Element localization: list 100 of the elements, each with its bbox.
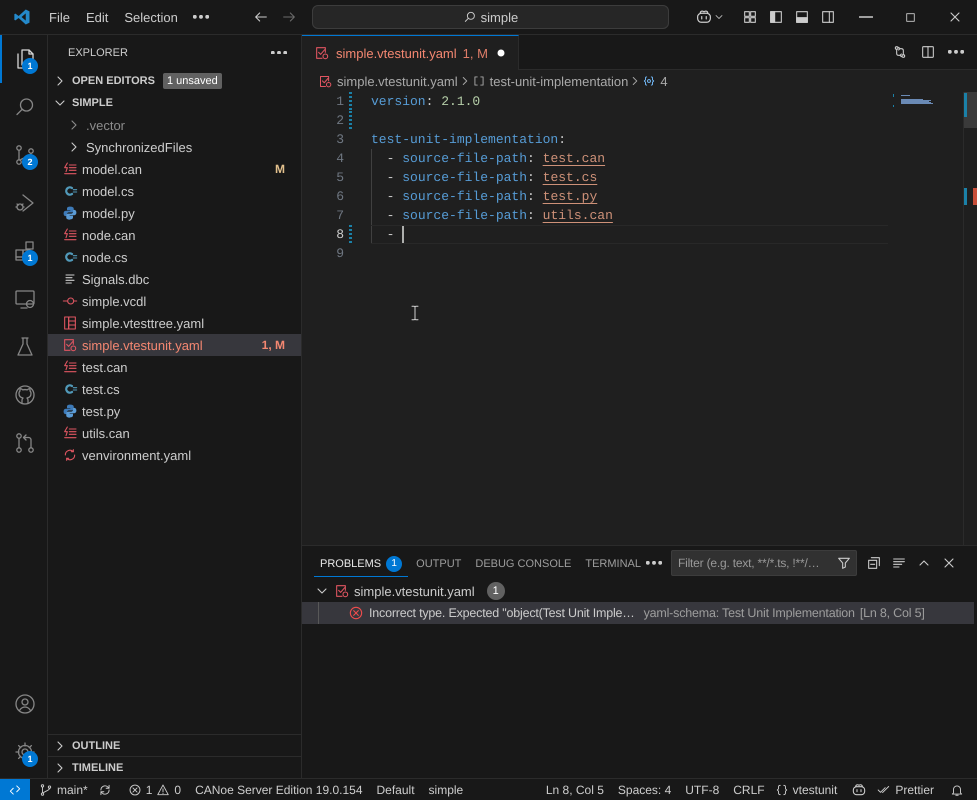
status-item[interactable]: CANoe Server Edition 19.0.154: [190, 779, 368, 800]
menu-item[interactable]: File: [41, 6, 78, 28]
remote-icon: [8, 782, 22, 796]
status-item[interactable]: Default: [372, 779, 420, 800]
status-item[interactable]: UTF-8: [680, 779, 724, 800]
explorer-entry[interactable]: venvironment.yaml: [48, 444, 301, 466]
breadcrumb-item[interactable]: simple.vtestunit.yaml: [318, 74, 458, 88]
explorer-entry[interactable]: Signals.dbc: [48, 268, 301, 290]
line-number: 3: [335, 132, 344, 147]
explorer-entry[interactable]: test.can: [48, 356, 301, 378]
github-icon: [12, 383, 36, 407]
problem-row[interactable]: Incorrect type. Expected "object(Test Unit Imple… yaml-schema: Test Unit Implementation [Ln 8, Col 5]: [302, 602, 974, 624]
can-file-icon: [62, 227, 78, 243]
badge: 1: [22, 250, 38, 266]
line-number: 1: [335, 94, 344, 109]
editor-tab[interactable]: simple.vtestunit.yaml 1, M: [302, 35, 519, 70]
search-icon: [462, 10, 477, 24]
can-file-icon: [62, 161, 78, 177]
breadcrumb-item[interactable]: 4: [642, 74, 668, 88]
line-number: 7: [335, 208, 344, 223]
activity-bar-item[interactable]: 1: [0, 227, 47, 275]
status-item[interactable]: simple: [424, 779, 468, 800]
more-icon: [271, 50, 287, 54]
more-icon: [948, 50, 964, 54]
code-line: version: 2.1.0: [371, 93, 482, 111]
account-icon: [12, 692, 36, 716]
prettier-button[interactable]: Prettier: [872, 779, 939, 800]
panel-tab[interactable]: TERMINAL: [579, 552, 647, 574]
object-icon: [642, 74, 656, 88]
line-number: 5: [335, 170, 344, 185]
minimize-icon: [858, 16, 873, 18]
error-icon: [128, 782, 142, 796]
test-file-icon: [314, 45, 330, 61]
more-actions-button[interactable]: [269, 48, 289, 56]
brackets-icon: [472, 74, 486, 88]
split-editor-icon: [920, 44, 936, 60]
code-line: test-unit-implementation:: [371, 131, 568, 149]
line-number: 4: [335, 151, 344, 166]
line-number: 6: [335, 189, 344, 204]
panel-tab[interactable]: PROBLEMS 1: [314, 550, 408, 576]
customize-layout-icon: [742, 9, 758, 25]
explorer-entry[interactable]: simple.vcdl: [48, 290, 301, 312]
copilot-icon: [851, 782, 868, 798]
more-icon: [646, 561, 662, 565]
activity-bar-item[interactable]: 1: [0, 728, 47, 776]
count-badge: 1: [486, 582, 505, 600]
menu-item[interactable]: Selection: [116, 6, 186, 28]
count-badge: 1: [386, 556, 402, 572]
command-search-field[interactable]: simple: [312, 5, 669, 29]
line-number: 8: [335, 227, 344, 242]
status-item[interactable]: Ln 8, Col 5: [540, 779, 609, 800]
filter-field[interactable]: Filter (e.g. text, **/*.ts, !**/…: [670, 550, 857, 576]
problem-file-item[interactable]: simple.vtestunit.yaml 1: [302, 580, 977, 602]
section-header[interactable]: SIMPLE: [48, 92, 301, 114]
branch-button[interactable]: main*: [34, 779, 93, 800]
more-icon: [192, 15, 209, 19]
collapse-all-icon: [866, 555, 882, 571]
badge: 1: [22, 58, 38, 74]
text-cursor: [402, 226, 404, 243]
language-button[interactable]: vtestunit: [770, 779, 842, 800]
panel-tab[interactable]: DEBUG CONSOLE: [469, 552, 578, 574]
explorer-entry[interactable]: simple.vtestunit.yaml 1, M: [48, 334, 301, 356]
explorer-entry[interactable]: node.cs: [48, 246, 301, 268]
problems-button[interactable]: 1 0: [122, 779, 186, 800]
c-file-icon: [62, 381, 78, 397]
problem-location: [Ln 8, Col 5]: [860, 606, 925, 620]
compare-icon: [892, 44, 908, 60]
test-file-icon: [334, 583, 350, 599]
explorer-entry[interactable]: model.cs: [48, 180, 301, 202]
menu-item[interactable]: Edit: [78, 6, 116, 28]
breadcrumb-item[interactable]: test-unit-implementation: [472, 74, 628, 88]
section-header[interactable]: OUTLINE: [48, 734, 301, 756]
c-file-icon: [62, 183, 78, 199]
cycle-file-icon: [62, 447, 78, 463]
remote-button[interactable]: [0, 779, 30, 800]
code-line: - source-file-path: test.can: [371, 149, 888, 168]
error-icon: [348, 605, 364, 621]
explorer-entry[interactable]: utils.can: [48, 422, 301, 444]
status-item[interactable]: CRLF: [728, 779, 770, 800]
can-file-icon: [62, 359, 78, 375]
python-file-icon: [62, 403, 78, 419]
unsaved-badge: 1 unsaved: [162, 73, 222, 89]
section-header[interactable]: OPEN EDITORS 1 unsaved: [48, 70, 301, 92]
folder-row[interactable]: SynchronizedFiles: [48, 136, 301, 158]
explorer-entry[interactable]: model.can M: [48, 158, 301, 180]
panel-toggle-icon: [794, 9, 810, 25]
explorer-entry[interactable]: model.py: [48, 202, 301, 224]
problem-message: Incorrect type. Expected "object(Test Unit Imple…: [369, 606, 635, 620]
explorer-entry[interactable]: test.cs: [48, 378, 301, 400]
explorer-entry[interactable]: node.can: [48, 224, 301, 246]
folder-row[interactable]: .vector: [48, 114, 301, 136]
panel-tab[interactable]: OUTPUT: [410, 552, 468, 574]
explorer-entry[interactable]: simple.vtesttree.yaml: [48, 312, 301, 334]
branch-icon: [39, 782, 53, 796]
activity-bar-item[interactable]: 2: [0, 131, 47, 179]
file-status: M: [275, 162, 285, 176]
status-item[interactable]: Spaces: 4: [612, 779, 676, 800]
filter-icon[interactable]: [836, 555, 852, 571]
explorer-entry[interactable]: test.py: [48, 400, 301, 422]
tree-file-icon: [62, 315, 78, 331]
